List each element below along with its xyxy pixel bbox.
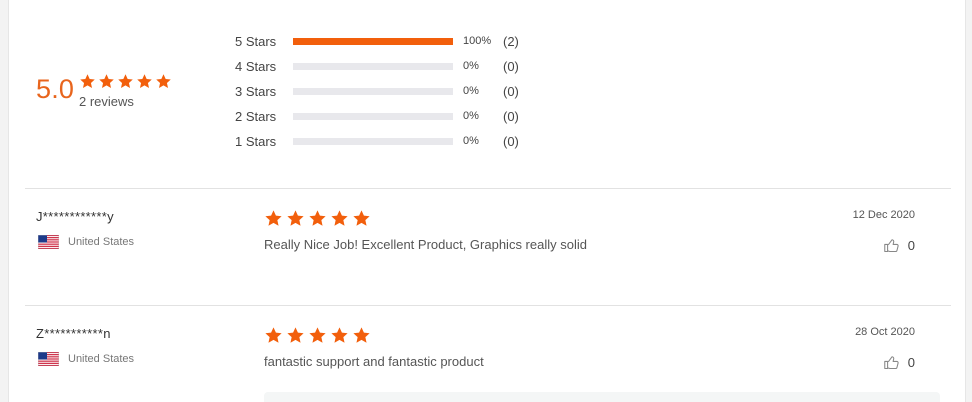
reviewer-country: United States <box>37 234 135 250</box>
distribution-bar <box>293 63 453 70</box>
star-icon <box>352 326 371 345</box>
rating-summary: 5.0 2 reviews 5 Stars 100% (2) 4 Stars 0… <box>9 0 967 188</box>
reviews-panel: 5.0 2 reviews 5 Stars 100% (2) 4 Stars 0… <box>8 0 966 402</box>
distribution-bar <box>293 88 453 95</box>
helpful-count: 0 <box>907 355 915 370</box>
distribution-percent: 0% <box>463 110 479 122</box>
star-icon <box>308 209 327 228</box>
reply-box <box>264 392 940 402</box>
helpful-count: 0 <box>907 238 915 253</box>
star-icon <box>136 73 153 90</box>
distribution-bar <box>293 113 453 120</box>
star-icon <box>330 326 349 345</box>
distribution-count: (2) <box>503 34 519 49</box>
star-icon <box>155 73 172 90</box>
distribution-percent: 100% <box>463 35 492 47</box>
star-icon <box>98 73 115 90</box>
review-stars <box>264 209 371 228</box>
distribution-count: (0) <box>503 109 519 124</box>
reviews-count: 2 reviews <box>79 94 134 109</box>
review-date: 12 Dec 2020 <box>852 209 915 221</box>
distribution-percent: 0% <box>463 135 479 147</box>
distribution-row-1[interactable]: 1 Stars 0% (0) <box>235 133 555 151</box>
review-text: Really Nice Job! Excellent Product, Grap… <box>264 237 587 252</box>
reviewer-name: J************y <box>36 209 114 224</box>
distribution-row-2[interactable]: 2 Stars 0% (0) <box>235 108 555 126</box>
distribution-row-3[interactable]: 3 Stars 0% (0) <box>235 83 555 101</box>
distribution-bar <box>293 38 453 45</box>
reviewer-country: United States <box>37 351 135 367</box>
distribution-percent: 0% <box>463 60 479 72</box>
average-rating: 5.0 <box>36 74 75 104</box>
distribution-label: 4 Stars <box>235 59 277 74</box>
review-date: 28 Oct 2020 <box>855 326 915 338</box>
star-icon <box>286 326 305 345</box>
star-icon <box>264 326 283 345</box>
review-text: fantastic support and fantastic product <box>264 354 484 369</box>
star-icon <box>330 209 349 228</box>
star-icon <box>352 209 371 228</box>
distribution-count: (0) <box>503 134 519 149</box>
distribution-count: (0) <box>503 84 519 99</box>
helpful-button[interactable]: 0 <box>883 237 915 254</box>
distribution-row-4[interactable]: 4 Stars 0% (0) <box>235 58 555 76</box>
distribution-label: 3 Stars <box>235 84 277 99</box>
us-flag-icon <box>37 351 60 367</box>
distribution-label: 2 Stars <box>235 109 277 124</box>
star-icon <box>286 209 305 228</box>
thumbs-up-icon[interactable] <box>883 354 900 371</box>
distribution-label: 1 Stars <box>235 134 277 149</box>
distribution-row-5[interactable]: 5 Stars 100% (2) <box>235 33 555 51</box>
reviewer-name: Z***********n <box>36 326 111 341</box>
star-icon <box>79 73 96 90</box>
distribution-bar <box>293 138 453 145</box>
distribution-bar-fill <box>293 38 453 45</box>
review-item: J************y United States Really Nice… <box>9 188 967 304</box>
distribution-label: 5 Stars <box>235 34 277 49</box>
review-item: Z***********n United States fantastic su… <box>9 305 967 402</box>
star-icon <box>117 73 134 90</box>
star-icon <box>308 326 327 345</box>
average-stars <box>79 73 172 90</box>
star-icon <box>264 209 283 228</box>
distribution-count: (0) <box>503 59 519 74</box>
us-flag-icon <box>37 234 60 250</box>
helpful-button[interactable]: 0 <box>883 354 915 371</box>
country-label: United States <box>68 353 135 365</box>
distribution-percent: 0% <box>463 85 479 97</box>
review-stars <box>264 326 371 345</box>
thumbs-up-icon[interactable] <box>883 237 900 254</box>
country-label: United States <box>68 236 135 248</box>
